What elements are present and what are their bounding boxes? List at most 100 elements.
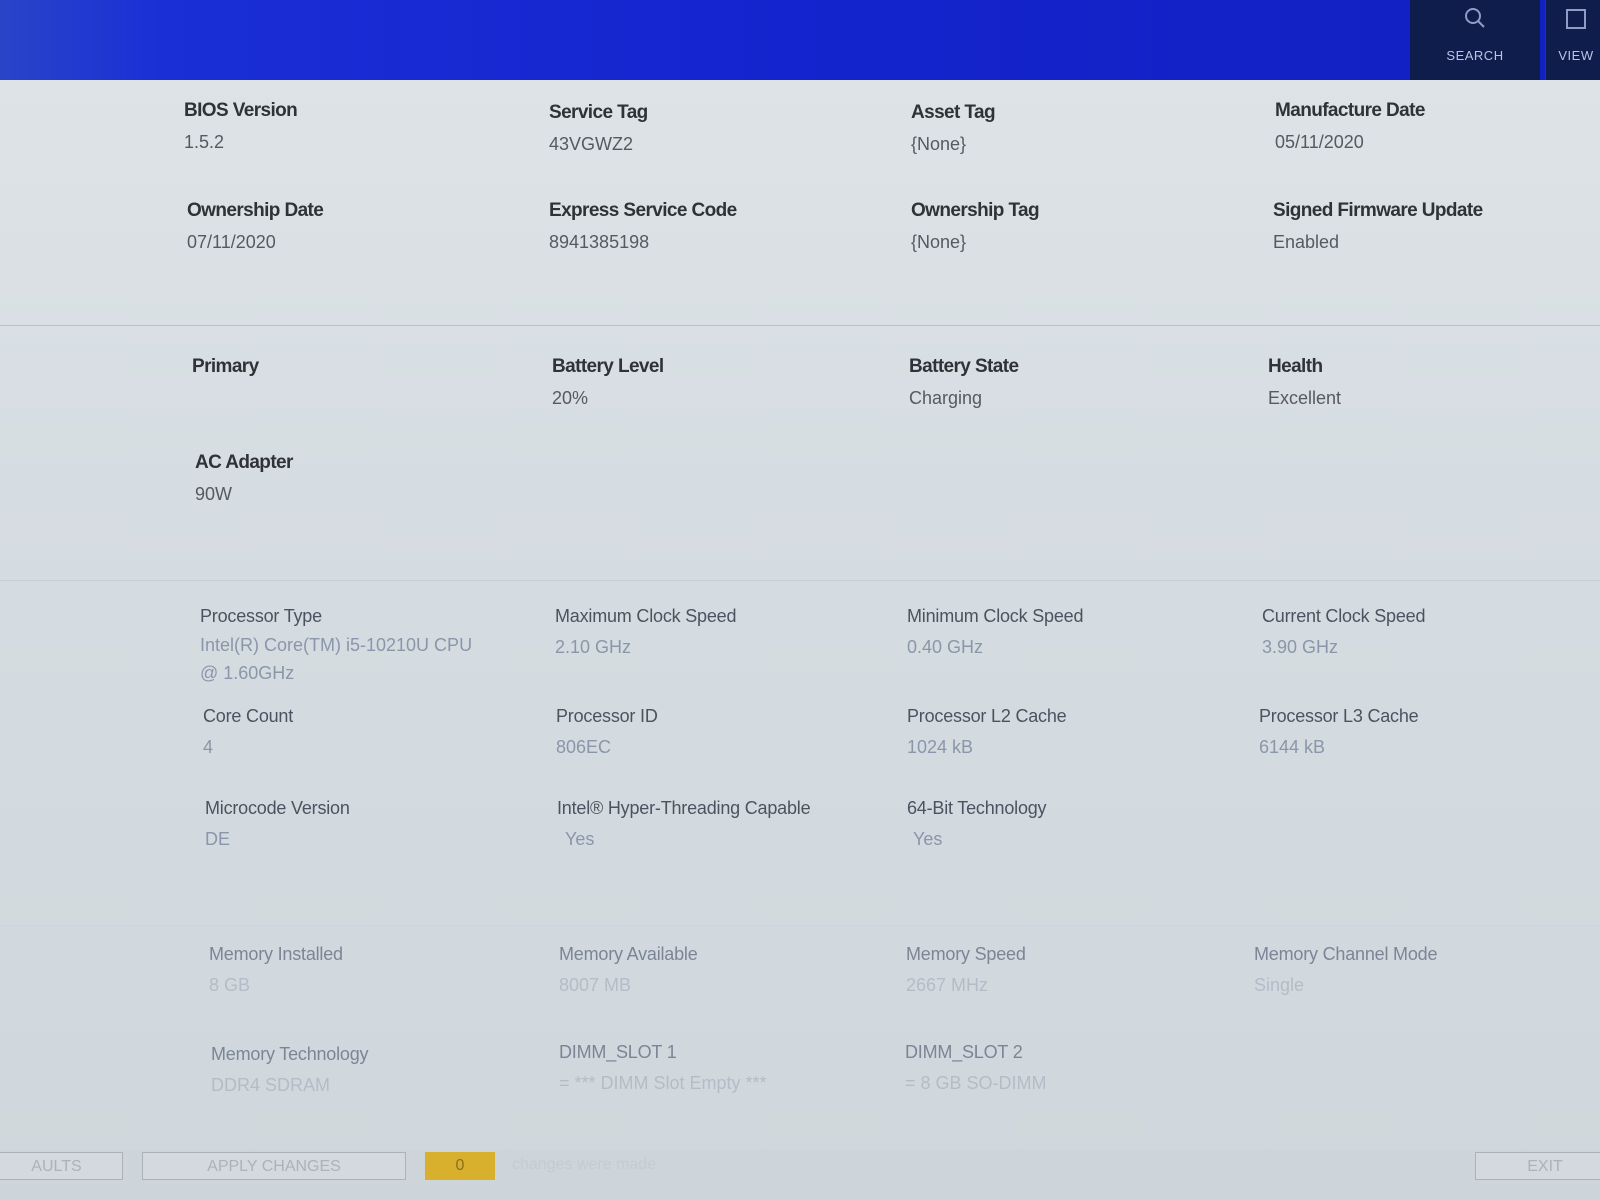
overview-content: BIOS Version 1.5.2 Service Tag 43VGWZ2 A…: [0, 80, 1600, 1150]
ownership-date-label: Ownership Date: [187, 200, 324, 221]
microcode-version-label: Microcode Version: [205, 798, 350, 818]
bios-version-label: BIOS Version: [184, 100, 298, 121]
memory-technology-label: Memory Technology: [211, 1044, 369, 1064]
max-clock-speed-label: Maximum Clock Speed: [555, 606, 737, 626]
service-tag-value: 43VGWZ2: [549, 134, 634, 154]
section-divider: [0, 325, 1600, 326]
64bit-technology-value: Yes: [913, 829, 943, 849]
ownership-date-field: Ownership Date 07/11/2020: [187, 200, 507, 253]
min-clock-speed-value: 0.40 GHz: [907, 637, 984, 657]
view-button-label: VIEW: [1558, 48, 1594, 63]
l2-cache-value: 1024 kB: [907, 737, 974, 757]
min-clock-speed-field: Minimum Clock Speed 0.40 GHz: [907, 606, 1227, 658]
primary-battery-label: Primary: [192, 356, 259, 377]
load-defaults-button[interactable]: AULTS: [0, 1152, 123, 1180]
search-icon: [1465, 8, 1485, 28]
current-clock-speed-value: 3.90 GHz: [1262, 637, 1339, 657]
primary-battery-field: Primary: [192, 356, 512, 378]
max-clock-speed-field: Maximum Clock Speed 2.10 GHz: [555, 606, 875, 658]
asset-tag-label: Asset Tag: [911, 102, 996, 123]
dimm-slot-1-label: DIMM_SLOT 1: [559, 1042, 677, 1062]
memory-speed-value: 2667 MHz: [906, 975, 989, 995]
memory-installed-field: Memory Installed 8 GB: [209, 944, 529, 996]
memory-installed-value: 8 GB: [209, 975, 251, 995]
battery-level-value: 20%: [552, 388, 589, 408]
microcode-version-value: DE: [205, 829, 231, 849]
manufacture-date-value: 05/11/2020: [1275, 132, 1364, 152]
memory-channel-mode-value: Single: [1254, 975, 1305, 995]
ownership-date-value: 07/11/2020: [187, 232, 276, 252]
hyper-threading-label: Intel® Hyper-Threading Capable: [557, 798, 811, 818]
ac-adapter-field: AC Adapter 90W: [195, 452, 515, 505]
manufacture-date-label: Manufacture Date: [1275, 100, 1425, 121]
l2-cache-field: Processor L2 Cache 1024 kB: [907, 706, 1227, 758]
section-divider: [0, 925, 1600, 926]
signed-firmware-update-field: Signed Firmware Update Enabled: [1273, 200, 1593, 253]
changes-status-text: changes were made: [512, 1156, 657, 1173]
ac-adapter-value: 90W: [195, 484, 233, 504]
memory-installed-label: Memory Installed: [209, 944, 343, 964]
64bit-technology-field: 64-Bit Technology Yes: [907, 798, 1227, 850]
current-clock-speed-label: Current Clock Speed: [1262, 606, 1426, 626]
search-button[interactable]: SEARCH: [1410, 0, 1540, 80]
section-divider: [0, 580, 1600, 581]
view-button[interactable]: VIEW: [1545, 0, 1600, 80]
manufacture-date-field: Manufacture Date 05/11/2020: [1275, 100, 1595, 153]
apply-changes-button[interactable]: APPLY CHANGES: [142, 1152, 406, 1180]
search-button-label: SEARCH: [1446, 48, 1504, 63]
memory-technology-value: DDR4 SDRAM: [211, 1075, 331, 1095]
processor-id-label: Processor ID: [556, 706, 658, 726]
dimm-slot-2-label: DIMM_SLOT 2: [905, 1042, 1023, 1062]
l2-cache-label: Processor L2 Cache: [907, 706, 1067, 726]
ownership-tag-value: {None}: [911, 232, 967, 252]
memory-channel-mode-field: Memory Channel Mode Single: [1254, 944, 1574, 996]
signed-firmware-update-value: Enabled: [1273, 232, 1340, 252]
64bit-technology-label: 64-Bit Technology: [907, 798, 1047, 818]
service-tag-field: Service Tag 43VGWZ2: [549, 102, 869, 155]
l3-cache-field: Processor L3 Cache 6144 kB: [1259, 706, 1579, 758]
footer-bar: AULTS APPLY CHANGES 0 changes were made …: [0, 1150, 1600, 1200]
asset-tag-value: {None}: [911, 134, 967, 154]
dimm-slot-1-field: DIMM_SLOT 1 = *** DIMM Slot Empty ***: [559, 1042, 879, 1094]
memory-available-label: Memory Available: [559, 944, 698, 964]
ownership-tag-field: Ownership Tag {None}: [911, 200, 1231, 253]
battery-health-label: Health: [1268, 356, 1323, 377]
memory-available-field: Memory Available 8007 MB: [559, 944, 879, 996]
battery-health-field: Health Excellent: [1268, 356, 1588, 409]
core-count-value: 4: [203, 737, 214, 757]
min-clock-speed-label: Minimum Clock Speed: [907, 606, 1084, 626]
battery-level-label: Battery Level: [552, 356, 664, 377]
bios-version-value: 1.5.2: [184, 132, 225, 152]
view-icon: [1566, 9, 1586, 29]
exit-button[interactable]: EXIT: [1475, 1152, 1600, 1180]
core-count-field: Core Count 4: [203, 706, 523, 758]
ownership-tag-label: Ownership Tag: [911, 200, 1040, 221]
l3-cache-label: Processor L3 Cache: [1259, 706, 1419, 726]
dimm-slot-1-value: = *** DIMM Slot Empty ***: [559, 1073, 767, 1093]
processor-id-field: Processor ID 806EC: [556, 706, 876, 758]
battery-state-field: Battery State Charging: [909, 356, 1229, 409]
ac-adapter-label: AC Adapter: [195, 452, 293, 473]
battery-state-value: Charging: [909, 388, 983, 408]
bios-screen: SEARCH VIEW BIOS Version 1.5.2 Service T…: [0, 0, 1600, 1200]
battery-state-label: Battery State: [909, 356, 1019, 377]
hyper-threading-value: Yes: [565, 829, 595, 849]
current-clock-speed-field: Current Clock Speed 3.90 GHz: [1262, 606, 1582, 658]
core-count-label: Core Count: [203, 706, 294, 726]
express-service-code-field: Express Service Code 8941385198: [549, 200, 869, 253]
signed-firmware-update-label: Signed Firmware Update: [1273, 200, 1483, 221]
processor-id-value: 806EC: [556, 737, 612, 757]
hyper-threading-field: Intel® Hyper-Threading Capable Yes: [557, 798, 877, 850]
microcode-version-field: Microcode Version DE: [205, 798, 525, 850]
dimm-slot-2-value: = 8 GB SO-DIMM: [905, 1073, 1047, 1093]
max-clock-speed-value: 2.10 GHz: [555, 637, 632, 657]
header-bar: SEARCH VIEW: [0, 0, 1600, 80]
battery-health-value: Excellent: [1268, 388, 1342, 408]
processor-type-label: Processor Type: [200, 606, 322, 626]
changes-count-badge: 0: [425, 1152, 495, 1180]
memory-available-value: 8007 MB: [559, 975, 632, 995]
l3-cache-value: 6144 kB: [1259, 737, 1326, 757]
asset-tag-field: Asset Tag {None}: [911, 102, 1231, 155]
bios-version-field: BIOS Version 1.5.2: [184, 100, 504, 153]
memory-speed-label: Memory Speed: [906, 944, 1026, 964]
